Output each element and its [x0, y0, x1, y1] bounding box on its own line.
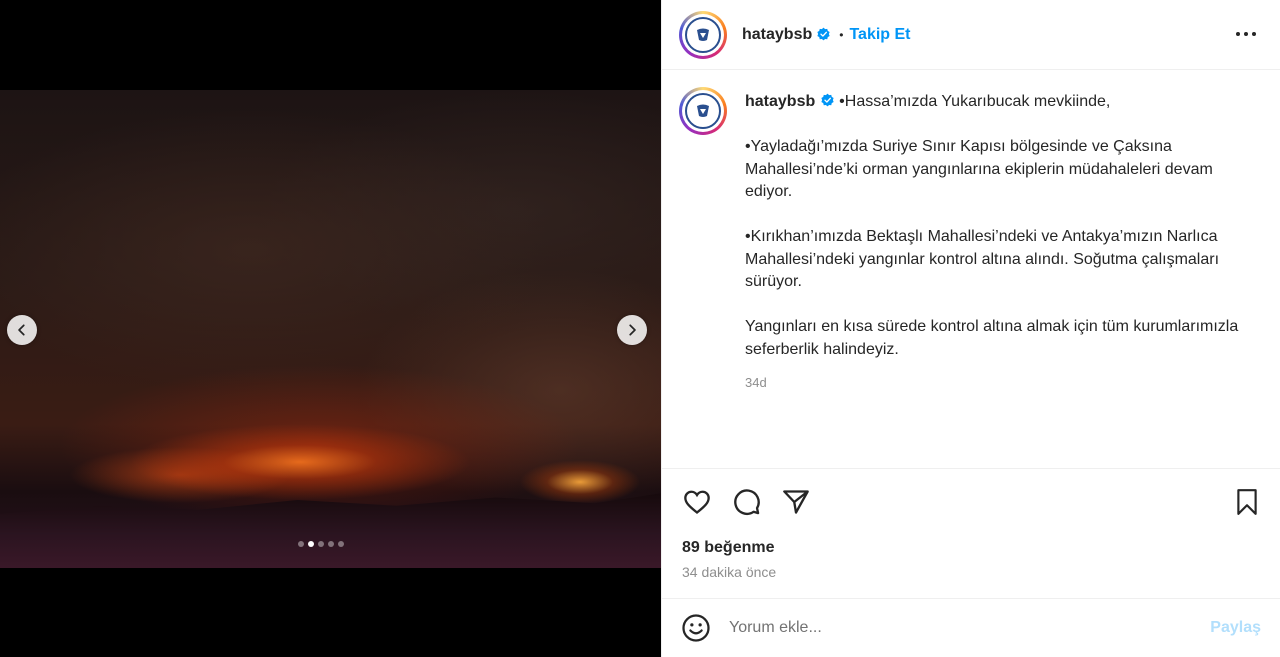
emoji-button[interactable] — [681, 613, 711, 643]
carousel-dot — [338, 541, 344, 547]
caption-username[interactable]: hataybsb — [745, 93, 815, 110]
carousel-dot-active — [308, 541, 314, 547]
like-button[interactable] — [681, 486, 713, 518]
bookmark-icon — [1237, 489, 1257, 515]
chevron-right-icon — [629, 324, 636, 336]
post-timestamp: 34 dakika önce — [682, 564, 777, 580]
comment-composer: Paylaş — [662, 598, 1280, 657]
avatar-inner — [682, 90, 724, 132]
more-horizontal-icon — [1236, 32, 1256, 36]
municipality-logo-icon — [685, 93, 721, 129]
carousel-dots — [298, 541, 344, 547]
post-photo[interactable] — [0, 90, 661, 568]
avatar[interactable] — [679, 10, 727, 59]
logo-mark-icon — [697, 104, 709, 117]
post-header: hataybsb • Takip Et — [662, 0, 1280, 70]
action-icons — [681, 486, 1263, 518]
comments-section: hataybsb •Hassa’mızda Yukarıbucak mevkii… — [662, 71, 1280, 468]
post-panel: hataybsb • Takip Et hataybsb •Hassa’mızd… — [661, 0, 1280, 657]
header-username[interactable]: hataybsb — [742, 26, 812, 44]
post-actions: 89 beğenme 34 dakika önce — [662, 468, 1280, 598]
share-button[interactable] — [780, 486, 812, 518]
verified-badge-icon — [816, 27, 831, 42]
caption-paragraph: hataybsb •Hassa’mızda Yukarıbucak mevkii… — [745, 91, 1245, 114]
caption-text: hataybsb •Hassa’mızda Yukarıbucak mevkii… — [745, 91, 1245, 394]
carousel-next-button[interactable] — [617, 315, 647, 345]
caption-paragraph: •Kırıkhan’ımızda Bektaşlı Mahallesi’ndek… — [745, 228, 1220, 290]
post-comment-button[interactable]: Paylaş — [1210, 619, 1261, 637]
caption-paragraph: Yangınları en kısa sürede kontrol altına… — [745, 318, 1239, 358]
more-options-button[interactable] — [1234, 22, 1258, 46]
caption-paragraph: •Yayladağı’mızda Suriye Sınır Kapısı böl… — [745, 138, 1213, 200]
photo-foreground — [0, 493, 661, 568]
carousel-dot — [318, 541, 324, 547]
carousel-dot — [298, 541, 304, 547]
emoji-icon — [682, 614, 710, 642]
comment-bubble-icon — [734, 489, 760, 515]
follow-button[interactable]: Takip Et — [849, 26, 910, 44]
caption: hataybsb •Hassa’mızda Yukarıbucak mevkii… — [679, 87, 1263, 394]
caption-avatar[interactable] — [679, 87, 727, 135]
chevron-left-icon — [18, 324, 25, 336]
comment-button[interactable] — [731, 486, 763, 518]
post-media — [0, 0, 661, 657]
send-icon — [783, 490, 809, 514]
caption-timestamp[interactable]: 34d — [745, 372, 1245, 395]
save-button[interactable] — [1231, 486, 1263, 518]
comment-input[interactable] — [729, 619, 1211, 637]
carousel-prev-button[interactable] — [7, 315, 37, 345]
avatar-inner — [682, 13, 724, 56]
logo-mark-icon — [697, 28, 709, 41]
heart-icon — [684, 490, 710, 514]
verified-badge-icon — [821, 93, 834, 107]
municipality-logo-icon — [685, 16, 721, 53]
header-separator: • — [839, 27, 844, 42]
like-count[interactable]: 89 beğenme — [682, 539, 774, 557]
carousel-dot — [328, 541, 334, 547]
caption-line: •Hassa’mızda Yukarıbucak mevkiinde, — [839, 93, 1111, 110]
